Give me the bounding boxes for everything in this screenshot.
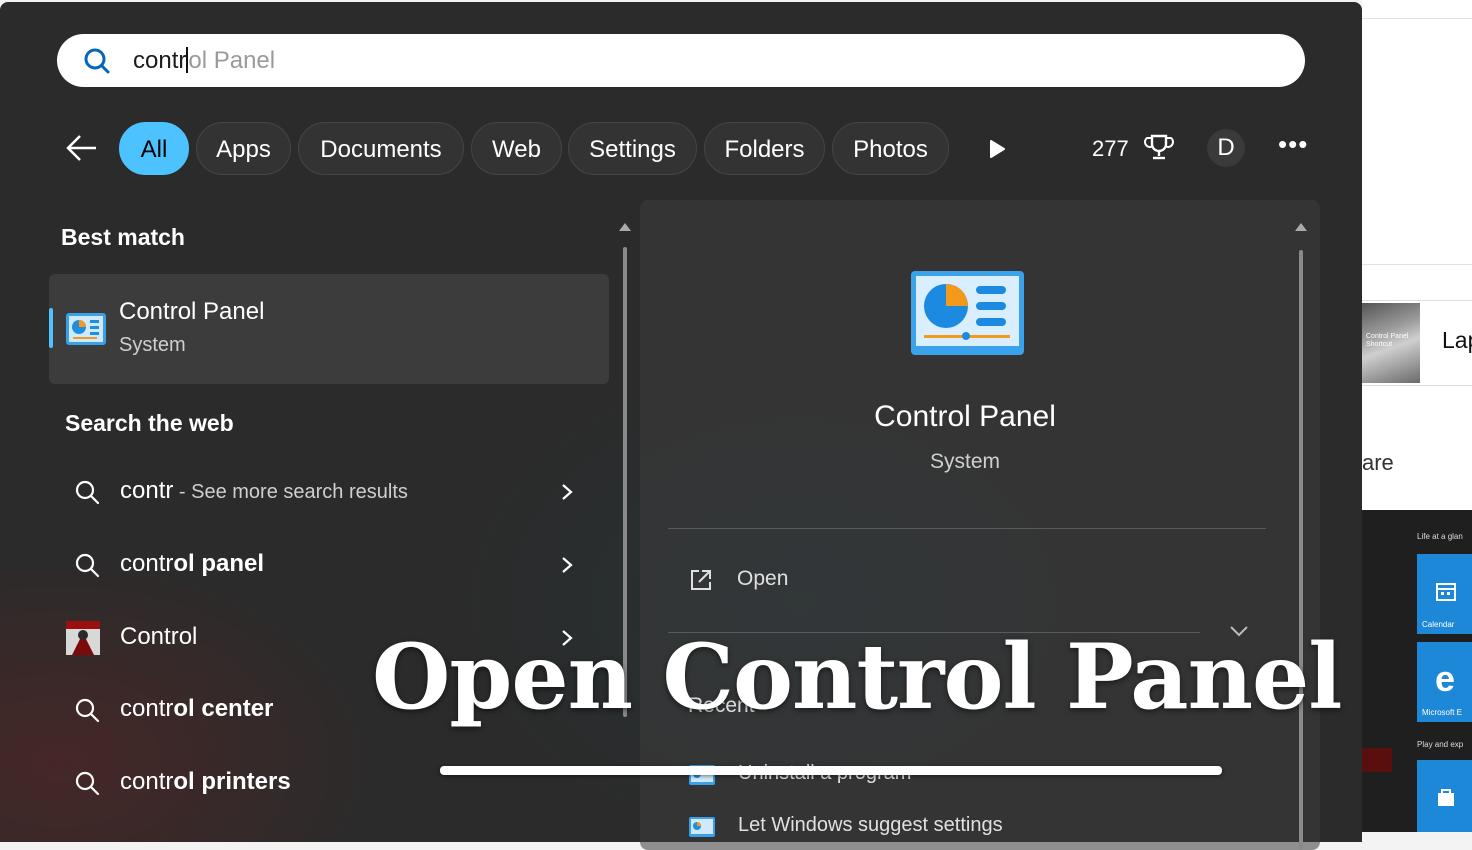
scroll-up-arrow-icon[interactable]	[1294, 220, 1308, 234]
web-result-see-more[interactable]: contr - See more search results	[60, 462, 600, 522]
filter-bar: All Apps Documents Web Settings Folders …	[0, 120, 1362, 178]
filter-chip-settings[interactable]: Settings	[568, 122, 697, 175]
filter-chip-folders[interactable]: Folders	[704, 122, 825, 175]
edge-icon: e	[1435, 658, 1456, 699]
search-icon	[84, 48, 110, 74]
thumbnail-text: Control Panel Shortcut	[1366, 333, 1409, 348]
search-query: control Panel	[133, 47, 275, 75]
start-section-label: Life at a glan	[1417, 532, 1463, 541]
query-text: contr	[120, 550, 174, 577]
search-autocomplete: ol Panel	[188, 47, 276, 74]
search-typed-text: contr	[133, 47, 187, 74]
web-result-control-printers[interactable]: control printers	[60, 753, 600, 813]
best-match-title: Control Panel	[119, 298, 265, 325]
chevron-right-icon[interactable]	[558, 552, 576, 578]
calendar-tile[interactable]: Calendar	[1417, 554, 1472, 634]
red-strip	[1362, 748, 1392, 772]
account-avatar[interactable]: D	[1207, 129, 1245, 167]
filter-chip-all[interactable]: All	[119, 122, 189, 175]
query-text: contr	[120, 695, 174, 722]
more-options-icon[interactable]: •••	[1278, 131, 1307, 160]
control-game-thumbnail-icon	[66, 621, 100, 655]
rewards-points[interactable]: 277	[1092, 136, 1129, 162]
selection-indicator	[49, 308, 53, 348]
store-icon	[1438, 789, 1454, 806]
video-thumbnail: Control Panel Shortcut	[1362, 303, 1420, 383]
overlay-caption: Open Control Panel	[372, 624, 1342, 730]
preview-title: Control Panel	[874, 400, 1056, 433]
back-arrow-icon[interactable]	[64, 130, 100, 166]
search-icon	[75, 698, 100, 723]
divider	[1362, 264, 1472, 265]
tile-label: Calendar	[1422, 620, 1455, 629]
query-text: contr	[120, 477, 174, 504]
preview-subtitle: System	[929, 450, 1000, 473]
more-filters-play-icon[interactable]	[986, 138, 1008, 160]
filter-chip-documents[interactable]: Documents	[298, 122, 464, 175]
web-result-label: Control	[120, 623, 198, 650]
search-icon	[75, 553, 100, 578]
open-action[interactable]: Open	[737, 567, 788, 591]
web-result-label: control center	[120, 695, 273, 723]
search-the-web-heading: Search the web	[65, 410, 234, 436]
best-match-result[interactable]: Control Panel System	[49, 274, 609, 384]
card-title: Lap	[1442, 327, 1472, 353]
share-text[interactable]: are	[1362, 450, 1394, 476]
query-text: contr	[120, 768, 174, 795]
recent-item[interactable]: Let Windows suggest settings	[688, 812, 1248, 848]
tile-label: Microsoft E	[1422, 708, 1463, 717]
web-result-label: control panel	[120, 550, 264, 578]
trophy-icon[interactable]	[1144, 132, 1174, 162]
edge-tile[interactable]: e Microsoft E	[1417, 642, 1472, 722]
control-panel-icon	[689, 817, 715, 837]
suggestion-text: ol printers	[173, 768, 291, 795]
search-input[interactable]: control Panel	[57, 34, 1305, 87]
start-menu-preview: Life at a glan Calendar e Microsoft E Pl…	[1362, 510, 1472, 832]
caption-underline	[440, 766, 1222, 775]
see-more-text: - See more search results	[173, 481, 408, 503]
scroll-up-arrow-icon[interactable]	[618, 220, 632, 234]
calendar-icon	[1436, 583, 1456, 601]
background-window: Control Panel Shortcut Lap are Life at a…	[1362, 0, 1472, 832]
suggestion-text: ol panel	[173, 550, 265, 577]
preview-pane: Control Panel System Open Recent Uninsta…	[640, 200, 1320, 850]
search-icon	[75, 771, 100, 796]
search-icon	[75, 480, 100, 505]
chevron-right-icon[interactable]	[558, 479, 576, 505]
store-tile[interactable]	[1417, 760, 1472, 832]
suggestion-text: ol center	[173, 695, 274, 722]
web-result-label: control printers	[120, 768, 291, 796]
divider	[668, 528, 1266, 529]
open-external-icon	[691, 570, 711, 590]
control-panel-large-icon	[911, 271, 1024, 355]
web-result-label: contr - See more search results	[120, 477, 408, 505]
divider	[1362, 18, 1472, 19]
best-match-subtitle: System	[119, 334, 186, 356]
best-match-heading: Best match	[61, 224, 185, 250]
start-section-label: Play and exp	[1417, 740, 1464, 749]
control-panel-icon	[66, 313, 106, 345]
filter-chip-photos[interactable]: Photos	[832, 122, 949, 175]
filter-chip-web[interactable]: Web	[471, 122, 562, 175]
video-card[interactable]: Control Panel Shortcut Lap	[1362, 300, 1472, 386]
recent-item-label: Let Windows suggest settings	[738, 814, 1003, 836]
filter-chip-apps[interactable]: Apps	[196, 122, 291, 175]
web-result-control-panel[interactable]: control panel	[60, 535, 600, 595]
preview-scrollbar[interactable]	[1299, 250, 1303, 850]
